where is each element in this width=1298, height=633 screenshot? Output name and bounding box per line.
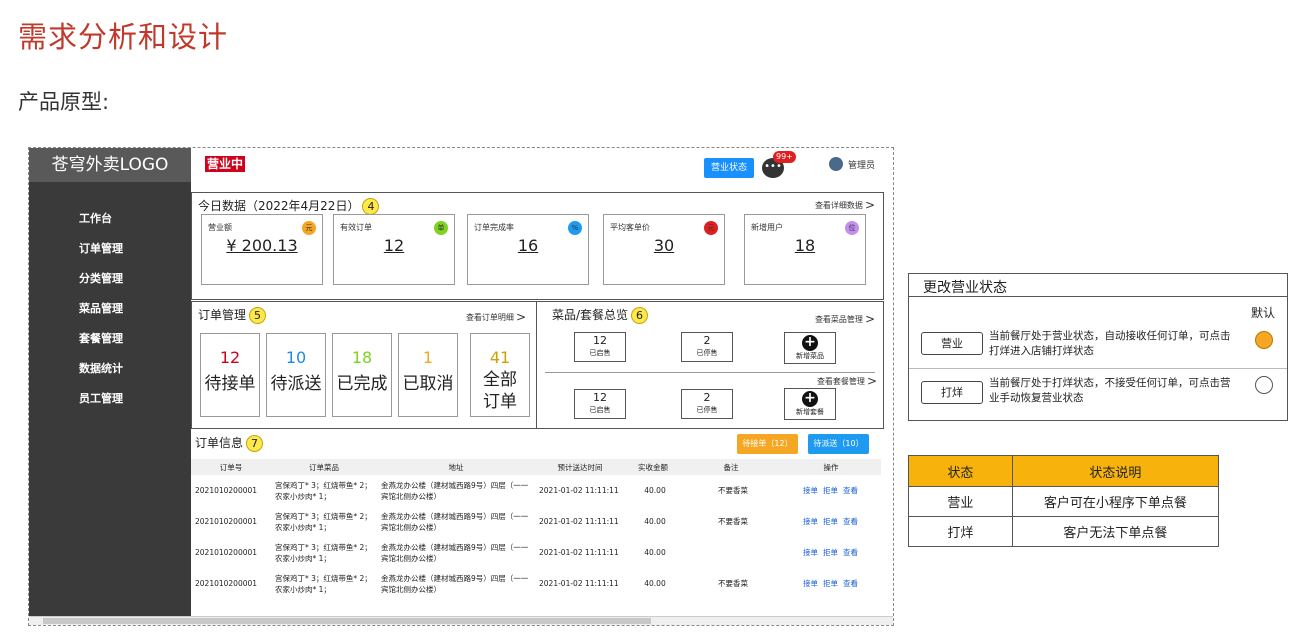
column-header: 状态说明 — [1011, 455, 1220, 487]
reject-order-link[interactable]: 拒单 — [823, 486, 838, 495]
table-header-row: 订单号 订单菜品 地址 预计送达时间 实收金额 备注 操作 — [191, 459, 881, 475]
table-row: 营业 客户可在小程序下单点餐 — [908, 486, 1220, 517]
order-address-cell: 金燕龙办公楼（建材城西路9号）四层（一一宾馆北侧办公楼） — [381, 573, 529, 594]
table-header-row: 状态 状态说明 — [908, 455, 1220, 487]
order-id-cell: 2021010200001 — [195, 486, 258, 495]
order-note-cell: 不要香菜 — [718, 517, 748, 526]
order-id-cell: 2021010200001 — [195, 548, 258, 557]
view-order-link[interactable]: 查看 — [843, 486, 858, 495]
close-business-radio[interactable] — [1255, 376, 1273, 394]
order-time-cell: 2021-01-02 11:11:11 — [539, 579, 619, 588]
divider — [909, 296, 1287, 297]
order-dishes-cell: 宫保鸡丁* 3；红烧带鱼* 2；农家小炒肉* 1； — [275, 480, 372, 501]
close-business-desc: 当前餐厅处于打烊状态，不接受任何订单，可点击营业手动恢复营业状态 — [989, 377, 1231, 404]
slide-subtitle: 产品原型: — [18, 90, 110, 114]
column-header: 订单菜品 — [271, 459, 377, 475]
column-header: 状态 — [908, 455, 1013, 487]
order-table-wrap: 订单号 订单菜品 地址 预计送达时间 实收金额 备注 操作 2021010200… — [191, 148, 891, 625]
table-row: 打烊 客户无法下单点餐 — [908, 516, 1220, 547]
order-time-cell: 2021-01-02 11:11:11 — [539, 517, 619, 526]
column-header[interactable]: 预计送达时间 — [535, 459, 625, 475]
status-desc-cell: 客户可在小程序下单点餐 — [1011, 486, 1220, 517]
view-order-link[interactable]: 查看 — [843, 517, 858, 526]
order-id-cell: 2021010200001 — [195, 517, 258, 526]
sidebar-item-categories[interactable]: 分类管理 — [29, 264, 191, 294]
view-order-link[interactable]: 查看 — [843, 579, 858, 588]
order-note-cell — [681, 537, 781, 568]
scrollbar-thumb[interactable] — [43, 618, 651, 624]
order-amount-cell: 40.00 — [644, 579, 666, 588]
sidebar-item-employees[interactable]: 员工管理 — [29, 384, 191, 414]
divider — [909, 368, 1287, 369]
default-label: 默认 — [1250, 306, 1275, 320]
order-note-cell: 不要香菜 — [718, 579, 748, 588]
open-business-radio[interactable] — [1255, 331, 1273, 349]
order-actions-cell: 接单 拒单 查看 — [781, 568, 881, 599]
order-address-cell: 金燕龙办公楼（建材城西路9号）四层（一一宾馆北侧办公楼） — [381, 511, 529, 532]
slide-title: 需求分析和设计 — [18, 20, 229, 54]
order-actions-cell: 接单 拒单 查看 — [781, 506, 881, 537]
order-actions-cell: 接单 拒单 查看 — [781, 475, 881, 506]
status-cell: 营业 — [908, 486, 1013, 517]
sidebar-item-workbench[interactable]: 工作台 — [29, 204, 191, 234]
status-table: 状态 状态说明 营业 客户可在小程序下单点餐 打烊 客户无法下单点餐 — [908, 455, 1220, 547]
column-header: 订单号 — [191, 459, 271, 475]
order-address-cell: 金燕龙办公楼（建材城西路9号）四层（一一宾馆北侧办公楼） — [381, 542, 529, 563]
order-table: 订单号 订单菜品 地址 预计送达时间 实收金额 备注 操作 2021010200… — [191, 459, 881, 599]
close-business-button[interactable]: 打烊 — [921, 381, 983, 404]
reject-order-link[interactable]: 拒单 — [823, 517, 838, 526]
table-row: 2021010200001 宫保鸡丁* 3；红烧带鱼* 2；农家小炒肉* 1； … — [191, 537, 881, 568]
table-row: 2021010200001 宫保鸡丁* 3；红烧带鱼* 2；农家小炒肉* 1； … — [191, 475, 881, 506]
order-dishes-cell: 宫保鸡丁* 3；红烧带鱼* 2；农家小炒肉* 1； — [275, 542, 372, 563]
order-amount-cell: 40.00 — [644, 517, 666, 526]
prototype-frame: 苍穹外卖LOGO 工作台 订单管理 分类管理 菜品管理 套餐管理 数据统计 员工… — [28, 147, 894, 626]
order-time-cell: 2021-01-02 11:11:11 — [539, 548, 619, 557]
accept-order-link[interactable]: 接单 — [803, 548, 818, 557]
sidebar-item-statistics[interactable]: 数据统计 — [29, 354, 191, 384]
open-business-button[interactable]: 营业 — [921, 332, 983, 355]
view-order-link[interactable]: 查看 — [843, 548, 858, 557]
accept-order-link[interactable]: 接单 — [803, 486, 818, 495]
column-header: 操作 — [781, 459, 881, 475]
order-id-cell: 2021010200001 — [195, 579, 258, 588]
order-dishes-cell: 宫保鸡丁* 3；红烧带鱼* 2；农家小炒肉* 1； — [275, 511, 372, 532]
column-header: 备注 — [681, 459, 781, 475]
horizontal-scrollbar[interactable] — [29, 616, 893, 625]
status-desc-cell: 客户无法下单点餐 — [1011, 516, 1220, 547]
sidebar-item-combos[interactable]: 套餐管理 — [29, 324, 191, 354]
change-status-dialog: 更改营业状态 默认 营业 当前餐厅处于营业状态，自动接收任何订单，可点击打烊进入… — [908, 273, 1288, 421]
order-amount-cell: 40.00 — [644, 548, 666, 557]
open-business-desc: 当前餐厅处于营业状态，自动接收任何订单，可点击打烊进入店铺打烊状态 — [989, 330, 1231, 357]
table-row: 2021010200001 宫保鸡丁* 3；红烧带鱼* 2；农家小炒肉* 1； … — [191, 568, 881, 599]
column-header: 实收金额 — [625, 459, 681, 475]
order-amount-cell: 40.00 — [644, 486, 666, 495]
column-header: 地址 — [377, 459, 535, 475]
reject-order-link[interactable]: 拒单 — [823, 548, 838, 557]
order-dishes-cell: 宫保鸡丁* 3；红烧带鱼* 2；农家小炒肉* 1； — [275, 573, 372, 594]
sidebar-item-dishes[interactable]: 菜品管理 — [29, 294, 191, 324]
order-time-cell: 2021-01-02 11:11:11 — [539, 486, 619, 495]
sidebar-nav: 工作台 订单管理 分类管理 菜品管理 套餐管理 数据统计 员工管理 — [29, 204, 191, 414]
sidebar: 苍穹外卖LOGO 工作台 订单管理 分类管理 菜品管理 套餐管理 数据统计 员工… — [29, 148, 191, 625]
order-actions-cell: 接单 拒单 查看 — [781, 537, 881, 568]
status-cell: 打烊 — [908, 516, 1013, 547]
order-note-cell: 不要香菜 — [718, 486, 748, 495]
accept-order-link[interactable]: 接单 — [803, 517, 818, 526]
accept-order-link[interactable]: 接单 — [803, 579, 818, 588]
order-address-cell: 金燕龙办公楼（建材城西路9号）四层（一一宾馆北侧办公楼） — [381, 480, 529, 501]
table-row: 2021010200001 宫保鸡丁* 3；红烧带鱼* 2；农家小炒肉* 1； … — [191, 506, 881, 537]
reject-order-link[interactable]: 拒单 — [823, 579, 838, 588]
app-logo: 苍穹外卖LOGO — [29, 148, 191, 182]
dialog-title: 更改营业状态 — [923, 280, 1007, 296]
sidebar-item-orders[interactable]: 订单管理 — [29, 234, 191, 264]
